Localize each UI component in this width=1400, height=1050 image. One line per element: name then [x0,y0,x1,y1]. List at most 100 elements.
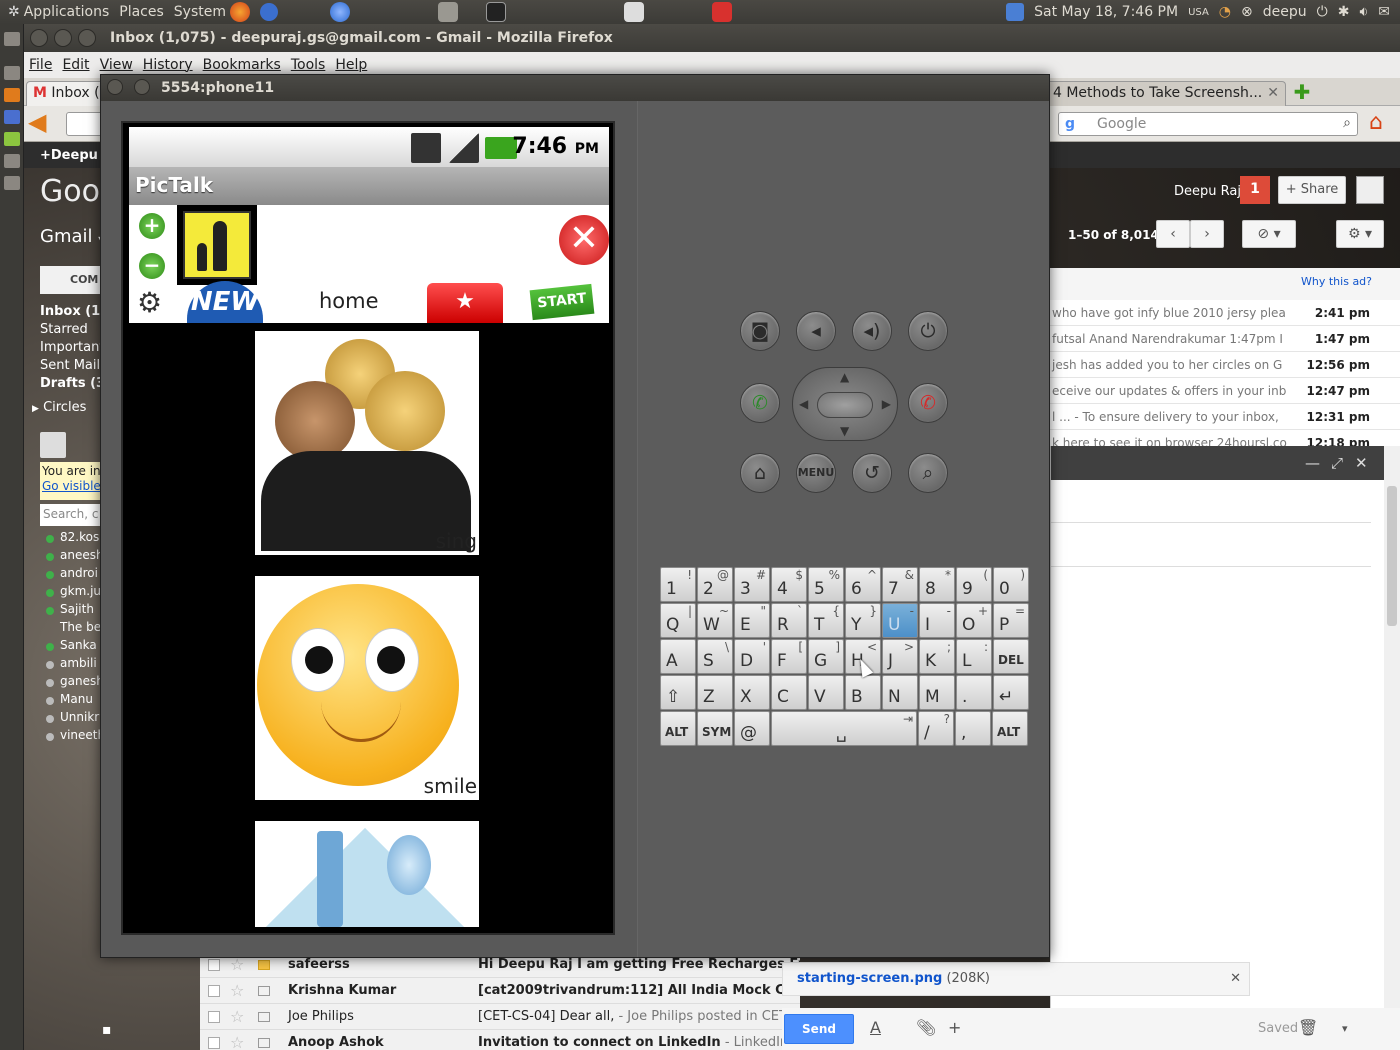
key[interactable]: D ' [734,639,770,674]
key[interactable]: S \ [697,639,733,674]
key[interactable]: ALT [660,711,696,746]
help-launcher-icon[interactable] [260,3,278,21]
call-icon[interactable]: ✆ [740,383,780,423]
window-icon[interactable] [4,154,20,168]
popout-icon[interactable]: ⤢ [1331,454,1343,472]
star-icon[interactable]: ☆ [230,1033,244,1050]
mail-row[interactable]: jesh has added you to her circles on G 12… [1050,352,1400,378]
camera-icon[interactable]: ◙ [740,311,780,351]
dpad-left-icon[interactable]: ◀ [799,397,808,411]
star-icon[interactable]: ☆ [230,1007,244,1026]
maximize-window-button[interactable] [78,29,96,47]
key[interactable]: L: [956,639,992,674]
key[interactable]: E " [734,603,770,638]
mail-row[interactable]: ☆ Krishna Kumar [cat2009trivandrum:112] Al… [200,978,800,1004]
more-options-icon[interactable]: + [948,1018,961,1037]
key[interactable]: O + [956,603,992,638]
menu-applications[interactable]: Applications [24,4,110,20]
keyboard-layout-indicator[interactable]: USA [1188,7,1209,18]
dpad-down-icon[interactable]: ▼ [840,424,849,438]
key[interactable]: X [734,675,770,710]
key[interactable]: T{ [808,603,844,638]
mail-row[interactable]: futsal Anand Narendrakumar 1:47pm I 1:47 … [1050,326,1400,352]
older-button[interactable]: › [1190,220,1224,248]
send-button[interactable]: Send [784,1014,854,1044]
window-icon[interactable] [4,88,20,102]
firefox-launcher-icon[interactable] [230,2,250,22]
mail-row[interactable]: l ... - To ensure delivery to your inbox… [1050,404,1400,430]
key[interactable]: 4 $ [771,567,807,602]
power-icon[interactable]: ⏻ [1317,4,1328,20]
formatting-icon[interactable]: A [870,1018,881,1037]
label-tag-icon[interactable] [258,986,270,996]
mail-row[interactable]: who have got infy blue 2010 jersy plea 2:… [1050,300,1400,326]
picture-card-eat[interactable] [255,821,479,927]
new-button[interactable]: NEW [187,281,263,323]
scrollbar[interactable] [1384,446,1400,1050]
key[interactable]: N [882,675,918,710]
label-tag-icon[interactable] [258,1012,270,1022]
key[interactable]: ␣ ⇥ [771,711,917,746]
window-icon[interactable] [4,66,20,80]
notification-badge[interactable]: 1 [1240,176,1270,204]
key[interactable]: J > [882,639,918,674]
close-app-icon[interactable]: ✕ [559,215,609,265]
menu-file[interactable]: File [29,57,52,73]
power-icon[interactable]: ⏻ [908,311,948,351]
key[interactable]: W ~ [697,603,733,638]
account-name[interactable]: Deepu Raj [1174,184,1241,199]
chromium-launcher-icon[interactable] [330,2,350,22]
label-tag-icon[interactable] [258,960,270,970]
picture-card-smile[interactable]: smile [255,576,479,800]
dpad-up-icon[interactable]: ▲ [840,370,849,384]
key[interactable]: P = [993,603,1029,638]
share-button[interactable]: + Share [1278,176,1346,204]
google-plus-link[interactable]: +Deepu [40,148,98,163]
screenshot-launcher-icon[interactable] [438,2,458,22]
key[interactable]: Y} [845,603,881,638]
select-checkbox[interactable] [208,959,220,971]
close-window-button[interactable] [30,29,48,47]
key[interactable]: R ` [771,603,807,638]
bluetooth-icon[interactable]: ✱ [1338,4,1350,20]
accessibility-icon[interactable] [1006,3,1025,21]
menu-tools[interactable]: Tools [291,57,326,73]
minimize-icon[interactable]: — [1305,454,1320,472]
select-checkbox[interactable] [208,1037,220,1049]
menu-history[interactable]: History [143,57,193,73]
key[interactable]: , [955,711,991,746]
mail-row[interactable]: ☆ Joe Philips [CET-CS-04] Dear all, - Joe … [200,1004,800,1030]
key[interactable]: 9( [956,567,992,602]
key[interactable]: M [919,675,955,710]
volume-up-icon[interactable]: ◂) [852,311,892,351]
menu-places[interactable]: Places [119,4,164,20]
home-icon[interactable]: ⌂ [740,453,780,493]
minimize-window-button[interactable] [133,79,150,95]
user-status-icon[interactable]: ⊗ [1241,4,1253,20]
scrollbar-thumb[interactable] [1387,486,1397,626]
menu-edit[interactable]: Edit [62,57,89,73]
shutdown-launcher-icon[interactable] [712,2,732,22]
key[interactable]: 1! [660,567,696,602]
key[interactable]: 0) [993,567,1029,602]
home-label[interactable]: home [319,289,379,313]
window-icon[interactable] [4,176,20,190]
menu-view[interactable]: View [100,57,133,73]
key[interactable]: ALT [992,711,1028,746]
settings-gear-icon[interactable]: ⚙ ▾ [1336,220,1384,248]
select-checkbox[interactable] [208,985,220,997]
key[interactable]: A [660,639,696,674]
zoom-in-icon[interactable]: + [139,213,165,239]
key[interactable]: 3 # [734,567,770,602]
wifi-icon[interactable]: ◔ [1219,4,1231,20]
dpad-right-icon[interactable]: ▶ [882,397,891,411]
device-screen[interactable]: 7:46 PM PicTalk + − ✕ ⚙ NEW home ★ START [121,121,615,935]
key[interactable]: 2 @ [697,567,733,602]
chat-bubble-icon[interactable]: ▪ [102,1022,122,1042]
key[interactable]: /? [918,711,954,746]
key[interactable]: ⇧ [660,675,696,710]
mail-row[interactable]: ☆ Anoop Ashok Invitation to connect on Lin… [200,1030,800,1050]
trash-icon[interactable]: 🗑︎ [1298,1018,1318,1037]
back-arrow-icon[interactable]: ◀ [28,110,54,137]
circles-toggle[interactable]: ▶ Circles [32,400,86,415]
